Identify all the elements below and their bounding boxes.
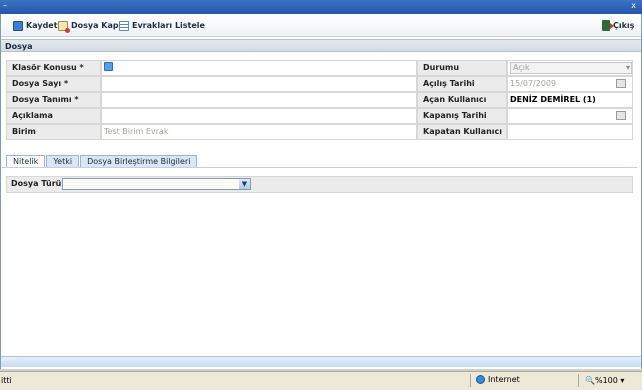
window-titlebar: – x [0, 0, 642, 14]
aciklama-input[interactable] [101, 108, 417, 124]
window-title: – [3, 1, 7, 10]
zoom-control[interactable]: 🔍%100 ▾ [585, 376, 624, 385]
acilis-tarihi-value: 15/07/2009 [510, 79, 557, 88]
kapatan-kullanici-value [507, 124, 633, 140]
status-divider [578, 374, 579, 387]
section-header: Dosya [1, 39, 641, 52]
klasor-konusu-label: Klasör Konusu * [6, 60, 101, 76]
form-row: Birim Test Birim Evrak Kapatan Kullanıcı [6, 124, 633, 140]
exit-icon [602, 20, 614, 31]
toolbar: Kaydet Dosya Kapat Evrakları Listele Çık… [1, 14, 641, 37]
acan-kullanici-label: Açan Kullanıcı [417, 92, 507, 108]
durumu-select: Açık [510, 62, 632, 74]
birim-label: Birim [6, 124, 101, 140]
aciklama-label: Açıklama [6, 108, 101, 124]
save-icon [13, 20, 23, 31]
form-row: Dosya Sayı * Açılış Tarihi 15/07/2009 [6, 76, 633, 92]
durumu-label: Durumu [417, 60, 507, 76]
save-label: Kaydet [26, 21, 58, 30]
zoom-level: %100 [594, 376, 618, 385]
kapanis-tarihi-field[interactable] [507, 108, 633, 124]
zoom-icon: 🔍 [585, 376, 595, 385]
close-file-button[interactable]: Dosya Kapat [58, 19, 128, 33]
status-bar: itti Internet 🔍%100 ▾ [0, 371, 642, 390]
zone-label: Internet [488, 375, 520, 384]
window-close-button[interactable]: x [631, 0, 636, 12]
calendar-icon [616, 79, 626, 88]
search-icon[interactable] [104, 62, 113, 71]
acilis-tarihi-field: 15/07/2009 [507, 76, 633, 92]
form-row: Klasör Konusu * Durumu Açık [6, 60, 633, 76]
tab-panel: Dosya Türü ▼ [2, 167, 637, 353]
kapanis-tarihi-label: Kapanış Tarihi [417, 108, 507, 124]
bottom-strip [1, 356, 641, 367]
dosya-tanimi-input[interactable] [101, 92, 417, 108]
dosya-tanimi-label: Dosya Tanımı * [6, 92, 101, 108]
acilis-tarihi-label: Açılış Tarihi [417, 76, 507, 92]
dosya-sayi-label: Dosya Sayı * [6, 76, 101, 92]
form-row: Dosya Tanımı * Açan Kullanıcı DENİZ DEMİ… [6, 92, 633, 108]
tab-bar: Nitelik Yetki Dosya Birleştirme Bilgiler… [6, 155, 198, 168]
chevron-down-icon[interactable]: ▾ [618, 376, 624, 385]
dosya-turu-label: Dosya Türü [11, 179, 62, 188]
birim-value: Test Birim Evrak [101, 124, 417, 140]
dosya-turu-select[interactable]: ▼ [62, 178, 251, 190]
status-divider [470, 374, 471, 387]
form-row: Açıklama Kapanış Tarihi [6, 108, 633, 124]
durumu-field: Açık [507, 60, 633, 76]
list-documents-label: Evrakları Listele [132, 21, 205, 30]
dosya-turu-row: Dosya Türü ▼ [6, 176, 633, 193]
app-frame: Kaydet Dosya Kapat Evrakları Listele Çık… [0, 14, 642, 369]
klasor-konusu-field[interactable] [101, 60, 417, 76]
exit-label: Çıkış [613, 21, 635, 30]
globe-icon [476, 375, 485, 384]
status-text: itti [1, 376, 12, 385]
kapatan-kullanici-label: Kapatan Kullanıcı [417, 124, 507, 140]
security-zone: Internet [476, 375, 520, 384]
calendar-icon[interactable] [616, 111, 626, 120]
acan-kullanici-value: DENİZ DEMİREL (1) [507, 92, 633, 108]
dosya-sayi-input[interactable] [101, 76, 417, 92]
list-documents-button[interactable]: Evrakları Listele [119, 19, 205, 32]
list-icon [119, 20, 129, 31]
save-button[interactable]: Kaydet [13, 19, 58, 32]
exit-button[interactable]: Çıkış [602, 19, 634, 32]
close-file-icon [58, 20, 70, 33]
chevron-down-icon[interactable]: ▼ [239, 179, 250, 189]
